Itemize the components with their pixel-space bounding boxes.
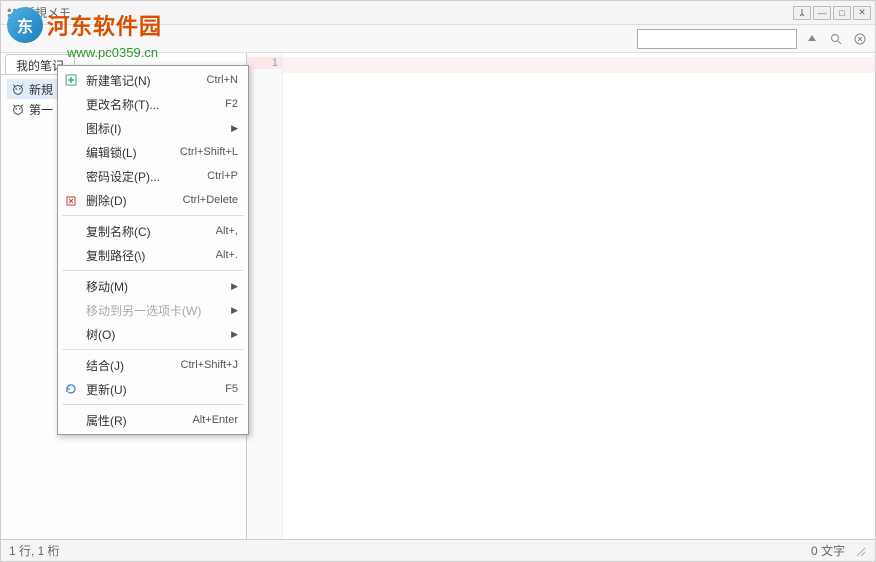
menu-separator: [62, 215, 244, 216]
blank-icon: [62, 357, 80, 373]
menu-item[interactable]: 结合(J)Ctrl+Shift+J: [58, 353, 248, 377]
app-icon: [5, 6, 19, 20]
menu-item-label: 移动到另一选项卡(W): [86, 302, 231, 319]
menu-separator: [62, 349, 244, 350]
window-controls: — □ ✕: [793, 6, 871, 20]
tree-item-label: 新規: [29, 81, 53, 98]
menu-item[interactable]: 复制路径(\)Alt+.: [58, 243, 248, 267]
line-gutter: 1: [247, 53, 283, 539]
minimize-button[interactable]: —: [813, 6, 831, 20]
menu-item-shortcut: Ctrl+P: [207, 170, 238, 182]
blank-icon: [62, 96, 80, 112]
menu-item-label: 复制名称(C): [86, 223, 216, 240]
blank-icon: [62, 144, 80, 160]
close-button[interactable]: ✕: [853, 6, 871, 20]
menu-item-shortcut: Alt+Enter: [192, 414, 238, 426]
menu-item-label: 更改名称(T)...: [86, 96, 225, 113]
menu-item[interactable]: 图标(I)▶: [58, 116, 248, 140]
menu-separator: [62, 270, 244, 271]
window-title: 新規メモ: [23, 4, 793, 21]
blank-icon: [62, 412, 80, 428]
status-position: 1 行, 1 桁: [9, 542, 60, 559]
menu-item-shortcut: Alt+.: [216, 249, 238, 261]
menu-item[interactable]: 新建笔记(N)Ctrl+N: [58, 68, 248, 92]
menu-item-shortcut: F2: [225, 98, 238, 110]
menu-item-label: 编辑锁(L): [86, 144, 180, 161]
text-area[interactable]: [283, 53, 875, 539]
blank-icon: [62, 120, 80, 136]
close-search-icon[interactable]: [851, 30, 869, 48]
menu-item[interactable]: 密码设定(P)...Ctrl+P: [58, 164, 248, 188]
menu-item-label: 删除(D): [86, 192, 183, 209]
status-char-count: 0 文字: [811, 542, 845, 559]
menu-item-label: 属性(R): [86, 412, 192, 429]
note-icon: [11, 102, 25, 116]
resize-grip-icon[interactable]: [853, 544, 867, 558]
blank-icon: [62, 302, 80, 318]
menu-item[interactable]: 编辑锁(L)Ctrl+Shift+L: [58, 140, 248, 164]
submenu-arrow-icon: ▶: [231, 123, 238, 134]
menu-item-label: 移动(M): [86, 278, 231, 295]
menu-item-label: 结合(J): [86, 357, 181, 374]
submenu-arrow-icon: ▶: [231, 281, 238, 292]
submenu-arrow-icon: ▶: [231, 305, 238, 316]
menu-item-shortcut: Ctrl+N: [207, 74, 238, 86]
menu-item[interactable]: 复制名称(C)Alt+,: [58, 219, 248, 243]
note-icon: [11, 82, 25, 96]
menu-item-label: 新建笔记(N): [86, 72, 207, 89]
menu-item[interactable]: 删除(D)Ctrl+Delete: [58, 188, 248, 212]
menu-item: 移动到另一选项卡(W)▶: [58, 298, 248, 322]
pin-button[interactable]: [793, 6, 811, 20]
nav-up-icon[interactable]: [803, 30, 821, 48]
maximize-button[interactable]: □: [833, 6, 851, 20]
menu-item-shortcut: Ctrl+Delete: [183, 194, 238, 206]
blank-icon: [62, 223, 80, 239]
delete-icon: [62, 192, 80, 208]
blank-icon: [62, 278, 80, 294]
menu-item[interactable]: 移动(M)▶: [58, 274, 248, 298]
blank-icon: [62, 168, 80, 184]
menu-item-shortcut: Ctrl+Shift+L: [180, 146, 238, 158]
editor: 1: [247, 53, 875, 539]
menu-item-shortcut: Ctrl+Shift+J: [181, 359, 238, 371]
menu-item-label: 复制路径(\): [86, 247, 216, 264]
line-number: 1: [247, 57, 282, 69]
menu-item-label: 树(O): [86, 326, 231, 343]
tree-item-label: 第一: [29, 101, 53, 118]
menu-item-shortcut: F5: [225, 383, 238, 395]
titlebar: 新規メモ — □ ✕: [1, 1, 875, 25]
menu-item[interactable]: 更改名称(T)...F2: [58, 92, 248, 116]
menu-item[interactable]: 更新(U)F5: [58, 377, 248, 401]
menu-item[interactable]: 树(O)▶: [58, 322, 248, 346]
search-input[interactable]: [637, 29, 797, 49]
add-icon: [62, 72, 80, 88]
menu-item-label: 密码设定(P)...: [86, 168, 207, 185]
menu-item-shortcut: Alt+,: [216, 225, 238, 237]
current-line-highlight: [283, 57, 875, 73]
menu-item[interactable]: 属性(R)Alt+Enter: [58, 408, 248, 432]
menu-item-label: 更新(U): [86, 381, 225, 398]
statusbar: 1 行, 1 桁 0 文字: [1, 539, 875, 561]
menu-item-label: 图标(I): [86, 120, 231, 137]
context-menu: 新建笔记(N)Ctrl+N更改名称(T)...F2图标(I)▶编辑锁(L)Ctr…: [57, 65, 249, 435]
menu-separator: [62, 404, 244, 405]
blank-icon: [62, 247, 80, 263]
toolbar: [1, 25, 875, 53]
submenu-arrow-icon: ▶: [231, 329, 238, 340]
refresh-icon: [62, 381, 80, 397]
search-icon[interactable]: [827, 30, 845, 48]
blank-icon: [62, 326, 80, 342]
